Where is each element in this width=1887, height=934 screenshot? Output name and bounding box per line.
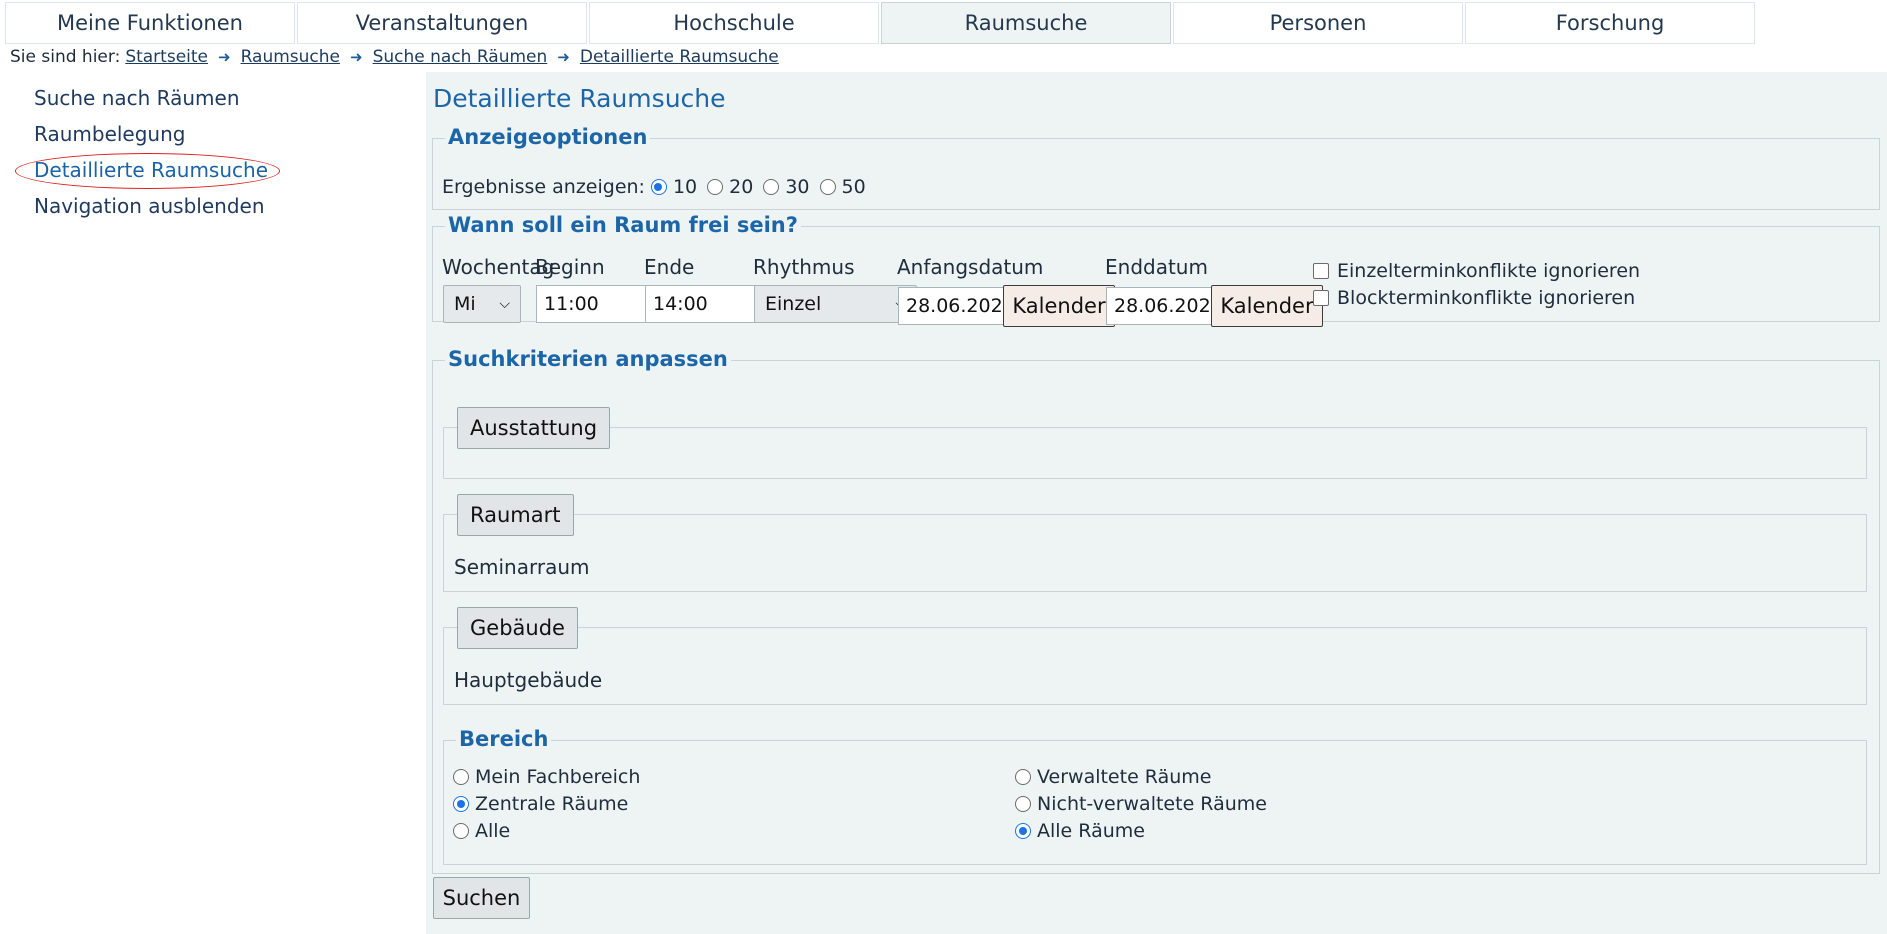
- display-options-fieldset: Anzeigeoptionen Ergebnisse anzeigen: 10 …: [432, 125, 1880, 210]
- rhythm-label: Rhythmus: [753, 255, 855, 279]
- results-30-label: 30: [785, 176, 810, 198]
- ignore-single-label: Einzelterminkonflikte ignorieren: [1337, 260, 1641, 282]
- search-button[interactable]: Suchen: [433, 877, 530, 919]
- area-alle-label: Alle: [475, 820, 511, 842]
- criteria-fieldset: Suchkriterien anpassen Ausstattung Rauma…: [432, 347, 1880, 874]
- results-20-radio[interactable]: [707, 179, 724, 195]
- area-alle-raeume-label: Alle Räume: [1037, 820, 1145, 842]
- breadcrumb-detaillierte-raumsuche[interactable]: Detaillierte Raumsuche: [580, 47, 779, 67]
- building-fieldset: Gebäude Hauptgebäude: [443, 607, 1867, 705]
- arrow-right-icon: ➜: [350, 48, 363, 66]
- weekday-select[interactable]: Mi ⌵: [443, 285, 521, 323]
- breadcrumb-prefix: Sie sind hier:: [10, 47, 121, 67]
- area-option-nicht-verwaltete-raeume: Nicht-verwaltete Räume: [1009, 793, 1267, 815]
- side-navigation: Suche nach Räumen Raumbelegung Detaillie…: [15, 80, 394, 224]
- arrow-right-icon: ➜: [557, 48, 570, 66]
- availability-legend: Wann soll ein Raum frei sein?: [445, 213, 801, 237]
- main-tabs: Meine Funktionen Veranstaltungen Hochsch…: [5, 2, 1757, 44]
- results-10-radio[interactable]: [650, 179, 667, 195]
- area-verwaltete-raeume-radio[interactable]: [1015, 769, 1031, 785]
- tab-hochschule[interactable]: Hochschule: [589, 2, 879, 44]
- start-date-input[interactable]: 28.06.2023: [898, 287, 1018, 325]
- tab-personen[interactable]: Personen: [1173, 2, 1463, 44]
- room-type-fieldset: Raumart Seminarraum: [443, 494, 1867, 592]
- area-zentrale-raeume-label: Zentrale Räume: [475, 793, 629, 815]
- results-50-label: 50: [841, 176, 866, 198]
- ignore-block-label: Blockterminkonflikte ignorieren: [1337, 287, 1636, 309]
- area-zentrale-raeume-radio[interactable]: [453, 796, 469, 812]
- breadcrumb-raumsuche[interactable]: Raumsuche: [241, 47, 340, 67]
- area-nicht-verwaltete-raeume-label: Nicht-verwaltete Räume: [1037, 793, 1267, 815]
- area-alle-radio[interactable]: [453, 823, 469, 839]
- begin-time-input[interactable]: 11:00: [536, 285, 656, 323]
- start-date-calendar-button[interactable]: Kalender: [1003, 285, 1115, 327]
- results-20-label: 20: [729, 176, 754, 198]
- room-type-value: Seminarraum: [454, 555, 590, 579]
- tab-veranstaltungen[interactable]: Veranstaltungen: [297, 2, 587, 44]
- ignore-block-row: Blockterminkonflikte ignorieren: [1313, 287, 1635, 309]
- sidenav-item-navigation-ausblenden[interactable]: Navigation ausblenden: [34, 188, 394, 224]
- results-10-label: 10: [672, 176, 698, 198]
- area-fieldset: Bereich Mein Fachbereich Zentrale Räume …: [443, 727, 1867, 865]
- tab-forschung[interactable]: Forschung: [1465, 2, 1755, 44]
- breadcrumb-startseite[interactable]: Startseite: [125, 47, 208, 67]
- ignore-single-row: Einzelterminkonflikte ignorieren: [1313, 260, 1640, 282]
- area-alle-raeume-radio[interactable]: [1015, 823, 1031, 839]
- breadcrumb-suche-nach-raeumen[interactable]: Suche nach Räumen: [373, 47, 548, 67]
- display-options-legend: Anzeigeoptionen: [445, 125, 651, 149]
- end-date-input[interactable]: 28.06.2023: [1106, 287, 1226, 325]
- room-type-toggle-button[interactable]: Raumart: [457, 494, 574, 536]
- equipment-fieldset: Ausstattung: [443, 407, 1867, 479]
- tab-meine-funktionen[interactable]: Meine Funktionen: [5, 2, 295, 44]
- results-label: Ergebnisse anzeigen:: [442, 176, 645, 198]
- ignore-block-checkbox[interactable]: [1313, 290, 1329, 306]
- breadcrumb: Sie sind hier: Startseite ➜ Raumsuche ➜ …: [10, 47, 779, 67]
- area-option-zentrale-raeume: Zentrale Räume: [447, 793, 628, 815]
- page-title: Detaillierte Raumsuche: [433, 84, 726, 113]
- begin-label: Beginn: [535, 255, 605, 279]
- arrow-right-icon: ➜: [218, 48, 231, 66]
- end-label: Ende: [644, 255, 695, 279]
- area-option-alle-raeume: Alle Räume: [1009, 820, 1145, 842]
- end-date-calendar-button[interactable]: Kalender: [1211, 285, 1323, 327]
- chevron-down-icon: ⌵: [499, 296, 510, 312]
- area-legend: Bereich: [456, 727, 552, 751]
- rhythm-select[interactable]: Einzel ⌵: [754, 285, 917, 323]
- building-value: Hauptgebäude: [454, 668, 603, 692]
- start-date-label: Anfangsdatum: [897, 255, 1044, 279]
- area-option-mein-fachbereich: Mein Fachbereich: [447, 766, 640, 788]
- ignore-single-checkbox[interactable]: [1313, 263, 1329, 279]
- results-per-page-row: Ergebnisse anzeigen: 10 20 30 50: [442, 176, 866, 198]
- area-option-alle: Alle: [447, 820, 510, 842]
- tab-raumsuche[interactable]: Raumsuche: [881, 2, 1171, 44]
- availability-fieldset: Wann soll ein Raum frei sein? Wochentag …: [432, 213, 1880, 327]
- end-date-label: Enddatum: [1105, 255, 1208, 279]
- building-toggle-button[interactable]: Gebäude: [457, 607, 578, 649]
- equipment-toggle-button[interactable]: Ausstattung: [457, 407, 611, 449]
- area-option-verwaltete-raeume: Verwaltete Räume: [1009, 766, 1211, 788]
- main-panel: Detaillierte Raumsuche Anzeigeoptionen E…: [426, 72, 1887, 934]
- rhythm-value: Einzel: [765, 293, 822, 315]
- area-mein-fachbereich-label: Mein Fachbereich: [475, 766, 641, 788]
- sidenav-item-suche-nach-raeumen[interactable]: Suche nach Räumen: [34, 80, 394, 116]
- area-verwaltete-raeume-label: Verwaltete Räume: [1037, 766, 1212, 788]
- weekday-value: Mi: [454, 293, 476, 315]
- end-time-input[interactable]: 14:00: [645, 285, 765, 323]
- results-30-radio[interactable]: [763, 179, 780, 195]
- criteria-legend: Suchkriterien anpassen: [445, 347, 731, 371]
- area-nicht-verwaltete-raeume-radio[interactable]: [1015, 796, 1031, 812]
- sidenav-item-raumbelegung[interactable]: Raumbelegung: [34, 116, 394, 152]
- results-50-radio[interactable]: [819, 179, 836, 195]
- sidenav-item-detaillierte-raumsuche[interactable]: Detaillierte Raumsuche: [15, 152, 394, 189]
- area-mein-fachbereich-radio[interactable]: [453, 769, 469, 785]
